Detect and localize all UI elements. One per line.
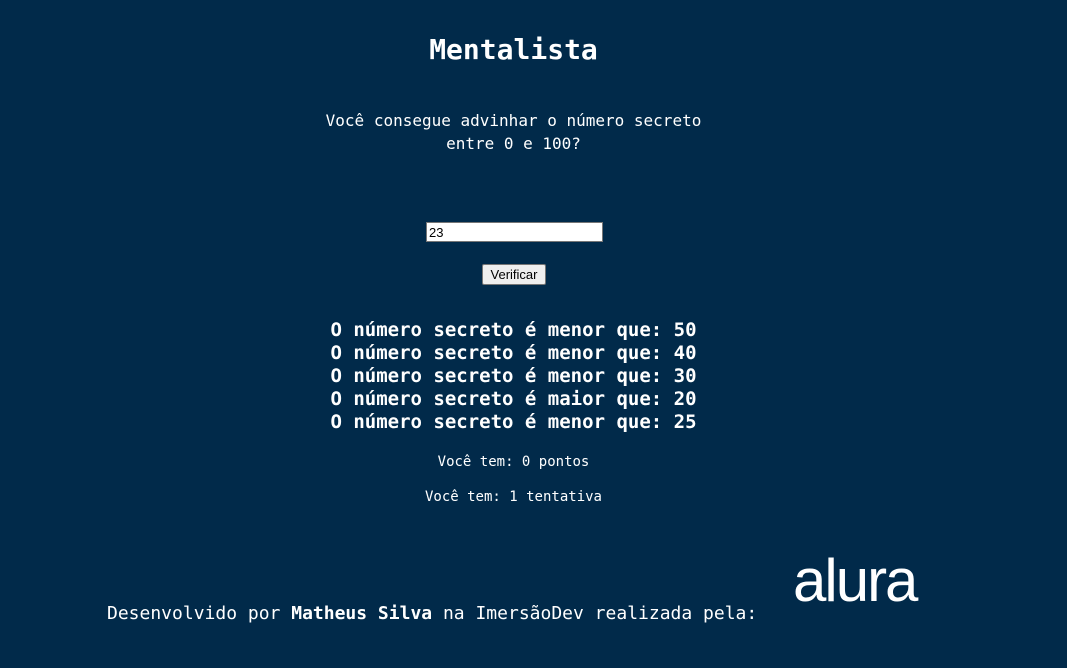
alura-logo: alura — [793, 547, 918, 614]
footer-suffix: na ImersãoDev realizada pela: — [432, 603, 758, 624]
footer-credit: Desenvolvido por Matheus Silva na Imersã… — [107, 602, 757, 626]
points-text: Você tem: 0 pontos — [437, 454, 590, 470]
hint-item: O número secreto é maior que: 20 — [330, 388, 697, 410]
footer-author: Matheus Silva — [291, 603, 433, 624]
footer-prefix: Desenvolvido por — [107, 603, 292, 624]
question-text: Você consegue advinhar o número secreto … — [0, 109, 1027, 155]
guess-input[interactable] — [426, 222, 603, 242]
hint-item: O número secreto é menor que: 50 — [330, 319, 697, 341]
question-line-2: entre 0 e 100? — [446, 134, 581, 153]
hint-item: O número secreto é menor que: 40 — [330, 342, 697, 364]
hint-list: O número secreto é menor que: 50 O númer… — [0, 319, 1027, 434]
attempts-text: Você tem: 1 tentativa — [424, 489, 602, 505]
page-title: Mentalista — [429, 33, 598, 66]
hint-item: O número secreto é menor que: 25 — [330, 411, 697, 433]
question-line-1: Você consegue advinhar o número secreto — [325, 111, 702, 130]
hint-item: O número secreto é menor que: 30 — [330, 365, 697, 387]
verify-button[interactable]: Verificar — [482, 264, 546, 285]
